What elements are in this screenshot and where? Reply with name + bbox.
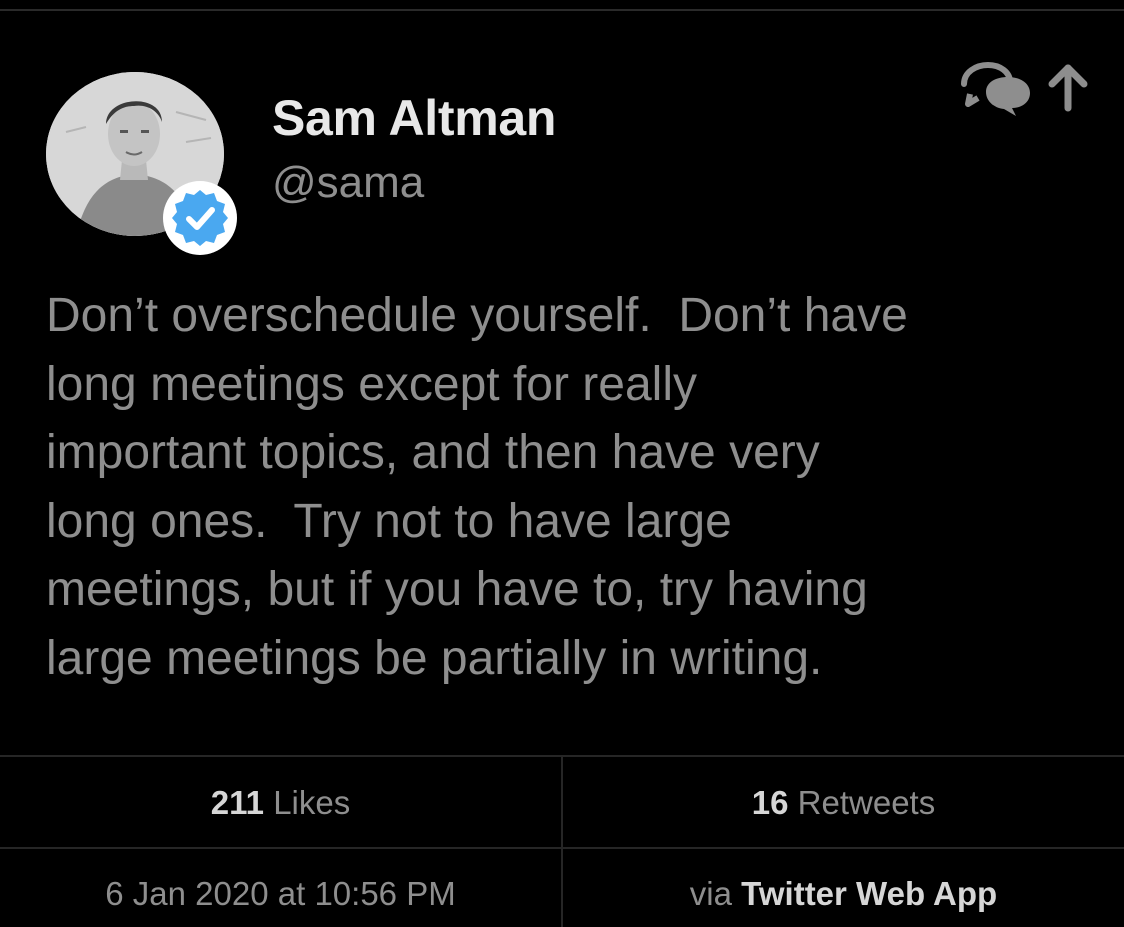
top-divider — [0, 9, 1124, 11]
tweet-source[interactable]: via Twitter Web App — [563, 874, 1124, 914]
avatar[interactable] — [46, 72, 237, 255]
author-display-name[interactable]: Sam Altman — [272, 88, 556, 148]
share-arrow-up-icon[interactable] — [1042, 58, 1094, 114]
tweet-line: meetings, but if you have to, try having — [46, 563, 868, 616]
retweets-label: Retweets — [797, 784, 936, 821]
tweet-line: long ones. Try not to have large — [46, 494, 732, 548]
tweet-line: Don’t overschedule yourself. Don’t have — [46, 289, 908, 342]
likes-label: Likes — [273, 784, 351, 821]
verified-badge-icon — [162, 180, 238, 256]
author-handle[interactable]: @sama — [272, 156, 424, 210]
conversation-bubbles-icon[interactable] — [956, 60, 1036, 116]
retweets-stat[interactable]: 16 Retweets — [563, 783, 1124, 823]
tweet-line: important topics, and then have very — [46, 426, 820, 479]
tweet-timestamp: 6 Jan 2020 at 10:56 PM — [105, 875, 456, 912]
tweet-line: long meetings except for really — [46, 357, 697, 411]
likes-stat[interactable]: 211 Likes — [0, 783, 561, 823]
likes-count: 211 — [210, 784, 265, 821]
retweets-count: 16 — [751, 784, 789, 821]
tweet-detail-view: Sam Altman @sama Don’t overschedule your… — [0, 0, 1124, 927]
source-app-name[interactable]: Twitter Web App — [741, 875, 997, 912]
tweet-line: large meetings be partially in writing. — [46, 631, 823, 685]
tweet-text: Don’t overschedule yourself. Don’t have … — [46, 282, 1106, 693]
via-label: via — [689, 875, 732, 912]
